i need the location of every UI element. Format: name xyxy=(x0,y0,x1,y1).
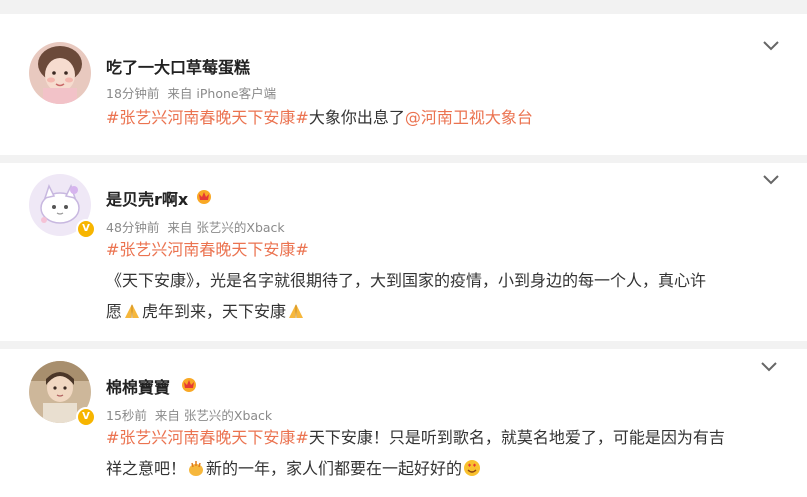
username[interactable]: 是贝壳r啊x xyxy=(106,186,188,210)
post-source[interactable]: 来自 张艺兴的Xback xyxy=(155,408,272,423)
pray-emoji xyxy=(125,304,140,318)
post-separator xyxy=(0,341,807,349)
hashtag-link[interactable]: #张艺兴河南春晚天下安康# xyxy=(106,240,309,259)
post-body-line-2: 祥之意吧！ 新的一年，家人们都要在一起好好的 xyxy=(106,453,796,484)
post-time: 15秒前 xyxy=(106,408,147,423)
pray-emoji xyxy=(289,304,304,318)
post-body-line-1: 《天下安康》，光是名字就很期待了，大到国家的疫情，小到身边的每一个人，真心许 xyxy=(106,271,707,290)
post-body-segment: 虎年到来，天下安康 xyxy=(142,302,287,321)
post-separator xyxy=(0,155,807,163)
post-source[interactable]: 来自 iPhone客户端 xyxy=(167,86,276,101)
username[interactable]: 棉棉寶寶 xyxy=(106,374,170,398)
chevron-down-icon[interactable] xyxy=(762,40,780,52)
username[interactable]: 吃了一大口草莓蛋糕 xyxy=(106,54,250,78)
clap-emoji xyxy=(189,461,204,476)
post-meta: 18分钟前 来自 iPhone客户端 xyxy=(106,83,284,102)
avatar-user-1[interactable] xyxy=(29,42,91,104)
post-body-segment: 祥之意吧！ xyxy=(106,459,187,478)
post-body-segment: 愿 xyxy=(106,302,123,321)
hashtag-link[interactable]: #张艺兴河南春晚天下安康# xyxy=(106,108,309,127)
post-body-segment: 新的一年，家人们都要在一起好好的 xyxy=(206,459,463,478)
post-body-line-1: #张艺兴河南春晚天下安康#天下安康！只是听到歌名，就莫名地爱了，可能是因为有吉 xyxy=(106,422,796,453)
chevron-down-icon[interactable] xyxy=(760,361,778,373)
comment-card-1: 吃了一大口草莓蛋糕 18分钟前 来自 iPhone客户端 #张艺兴河南春晚天下安康… xyxy=(0,14,807,157)
comment-card-3: V 棉棉寶寶 15秒前 来自 张艺兴的Xback #张艺兴河南春晚天下安康#天下安… xyxy=(0,349,807,497)
post-source[interactable]: 来自 张艺兴的Xback xyxy=(167,220,284,235)
verified-badge: V xyxy=(76,219,96,239)
top-separator xyxy=(0,0,807,14)
post-body: 大象你出息了 xyxy=(308,108,405,127)
post-text: #张艺兴河南春晚天下安康#大象你出息了@河南卫视大象台 xyxy=(106,102,786,133)
hashtag-link[interactable]: #张艺兴河南春晚天下安康# xyxy=(106,428,309,447)
crown-vip-icon[interactable] xyxy=(195,188,213,204)
comment-card-2: V 是贝壳r啊x 48分钟前 来自 张艺兴的Xback #张艺兴河南春晚天下安康#… xyxy=(0,163,807,343)
heart-eyes-emoji xyxy=(464,460,481,476)
mention-link[interactable]: @河南卫视大象台 xyxy=(405,108,533,127)
post-text: #张艺兴河南春晚天下安康# 《天下安康》，光是名字就很期待了，大到国家的疫情，小… xyxy=(106,234,796,327)
crown-vip-icon[interactable] xyxy=(180,376,198,392)
chevron-down-icon[interactable] xyxy=(762,174,780,186)
post-time: 18分钟前 xyxy=(106,86,160,101)
post-time: 48分钟前 xyxy=(106,220,160,235)
verified-badge: V xyxy=(76,407,96,427)
post-body-segment: 天下安康！只是听到歌名，就莫名地爱了，可能是因为有吉 xyxy=(308,428,725,447)
post-text: #张艺兴河南春晚天下安康#天下安康！只是听到歌名，就莫名地爱了，可能是因为有吉 … xyxy=(106,422,796,484)
hashtag-line: #张艺兴河南春晚天下安康# xyxy=(106,234,796,265)
post-body-line-2: 愿虎年到来，天下安康 xyxy=(106,296,796,327)
